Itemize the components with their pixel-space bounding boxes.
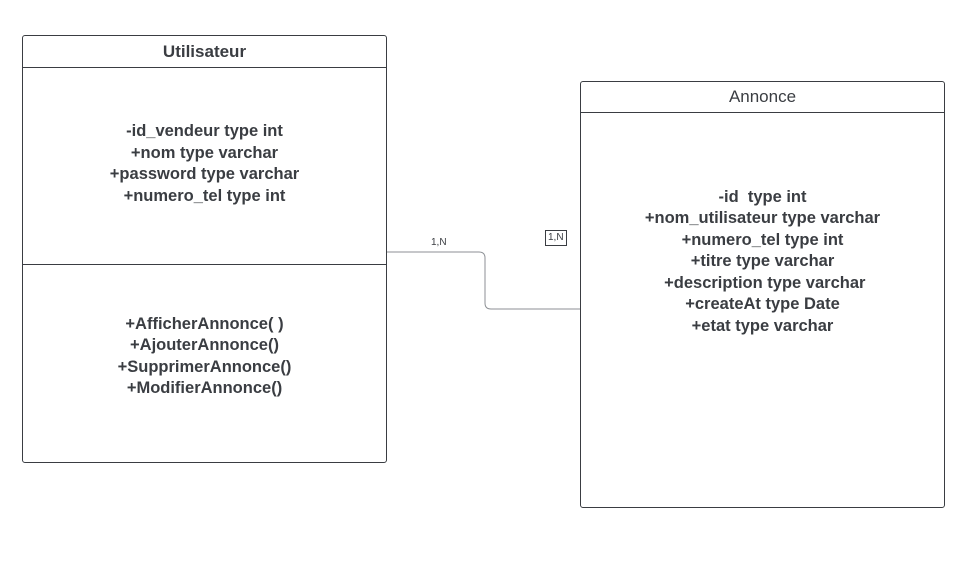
- multiplicity-right: 1,N: [545, 230, 567, 246]
- class-annonce-attributes: -id type int +nom_utilisateur type varch…: [581, 113, 944, 469]
- method: +AjouterAnnonce(): [130, 336, 279, 354]
- attribute: +etat type varchar: [691, 316, 834, 335]
- class-annonce[interactable]: Annonce -id type int +nom_utilisateur ty…: [580, 81, 945, 508]
- attribute: +numero_tel type int: [123, 186, 286, 205]
- attribute: +createAt type Date: [685, 295, 840, 314]
- attribute: +nom type varchar: [130, 143, 279, 162]
- class-utilisateur[interactable]: Utilisateur -id_vendeur type int +nom ty…: [22, 35, 387, 463]
- attribute: +titre type varchar: [690, 252, 835, 271]
- association-line: [387, 251, 580, 310]
- class-utilisateur-title: Utilisateur: [23, 36, 386, 68]
- class-utilisateur-methods: +AfficherAnnonce( ) +AjouterAnnonce() +S…: [23, 265, 386, 462]
- attribute: -id type int: [718, 187, 807, 206]
- diagram-canvas: 1,N 1,N Utilisateur -id_vendeur type int…: [0, 0, 967, 567]
- attribute: +password type varchar: [109, 165, 300, 183]
- class-annonce-title: Annonce: [581, 82, 944, 113]
- attribute: +nom_utilisateur type varchar: [644, 209, 881, 228]
- attribute: +description type varchar: [659, 273, 866, 292]
- class-utilisateur-attributes: -id_vendeur type int +nom type varchar +…: [23, 68, 386, 265]
- method: +AfficherAnnonce( ): [125, 314, 284, 333]
- attribute: +numero_tel type int: [681, 230, 844, 249]
- method: +SupprimerAnnonce(): [117, 357, 292, 376]
- attribute: -id_vendeur type int: [126, 122, 283, 140]
- method: +ModifierAnnonce(): [126, 379, 283, 397]
- multiplicity-left: 1,N: [431, 237, 447, 248]
